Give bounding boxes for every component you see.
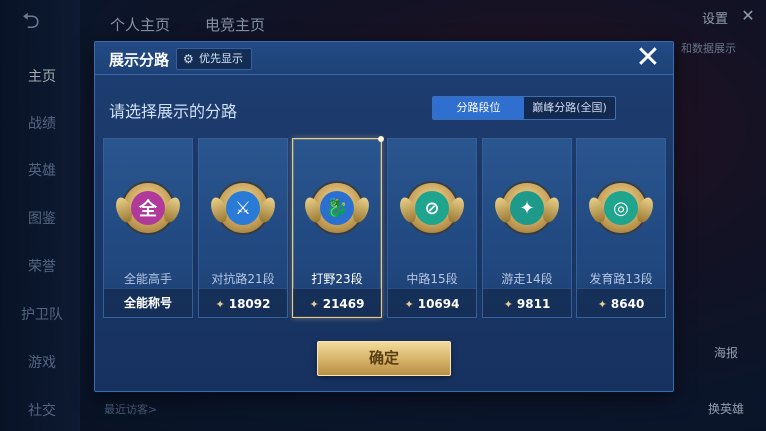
lane-card-value: 全能称号 — [123, 296, 172, 310]
lane-card-name: 游走14段 — [501, 272, 553, 286]
rank-points-icon: ✦ — [309, 298, 319, 311]
lane-type-toggle: 分路段位 巅峰分路(全国) — [432, 96, 616, 120]
rank-points-icon: ✦ — [503, 298, 513, 311]
lane-card-clash-lane[interactable]: ⚔ 对抗路21段 ✦ 18092 — [198, 138, 288, 318]
lane-card-farm-lane[interactable]: ◎ 发育路13段 ✦ 8640 — [576, 138, 666, 318]
all-round-emblem-icon: 全 — [112, 183, 184, 233]
lane-card-name: 打野23段 — [311, 272, 363, 286]
lane-card-value: ✦ 9811 — [503, 297, 551, 311]
priority-display-label: 优先显示 — [199, 52, 243, 65]
toggle-peak-lane[interactable]: 巅峰分路(全国) — [524, 97, 615, 119]
rank-points-icon: ✦ — [597, 298, 607, 311]
lane-card-value: ✦ 10694 — [404, 297, 460, 311]
display-lane-dialog: 展示分路 ⚙ 优先显示 ✕ 请选择展示的分路 分路段位 巅峰分路(全国) 全 全… — [94, 40, 674, 392]
lane-card-value: ✦ 21469 — [309, 297, 365, 311]
dialog-title: 展示分路 — [109, 51, 170, 69]
lane-card-name: 全能高手 — [123, 272, 172, 286]
toggle-lane-rank[interactable]: 分路段位 — [433, 97, 524, 119]
farm-lane-emblem-icon: ◎ — [585, 183, 657, 233]
dialog-header: 展示分路 ⚙ 优先显示 ✕ — [95, 40, 673, 76]
priority-display-button[interactable]: ⚙ 优先显示 — [176, 48, 252, 70]
lane-card-name: 中路15段 — [406, 272, 458, 286]
confirm-button[interactable]: 确定 — [317, 341, 451, 376]
lane-card-jungle[interactable]: 🐉 打野23段 ✦ 21469 — [292, 136, 384, 318]
lane-card-roam[interactable]: ✦ 游走14段 ✦ 9811 — [482, 138, 572, 318]
mid-lane-emblem-icon: ⊘ — [396, 183, 468, 233]
clash-lane-emblem-icon: ⚔ — [207, 183, 279, 233]
close-button[interactable]: ✕ — [629, 40, 667, 76]
lane-card-name: 对抗路21段 — [211, 272, 275, 286]
rank-points-icon: ✦ — [404, 298, 414, 311]
lane-card-mid[interactable]: ⊘ 中路15段 ✦ 10694 — [387, 138, 477, 318]
jungle-emblem-icon: 🐉 — [301, 183, 373, 233]
lane-card-name: 发育路13段 — [589, 272, 653, 286]
rank-points-icon: ✦ — [215, 298, 225, 311]
select-lane-prompt: 请选择展示的分路 — [109, 102, 238, 121]
lane-card-all-round[interactable]: 全 全能高手 全能称号 — [103, 138, 193, 318]
selected-corner-marker — [378, 136, 384, 142]
lane-card-value: ✦ 8640 — [597, 297, 645, 311]
roam-emblem-icon: ✦ — [491, 183, 563, 233]
gear-icon: ⚙ — [183, 52, 194, 66]
lane-card-value: ✦ 18092 — [215, 297, 271, 311]
